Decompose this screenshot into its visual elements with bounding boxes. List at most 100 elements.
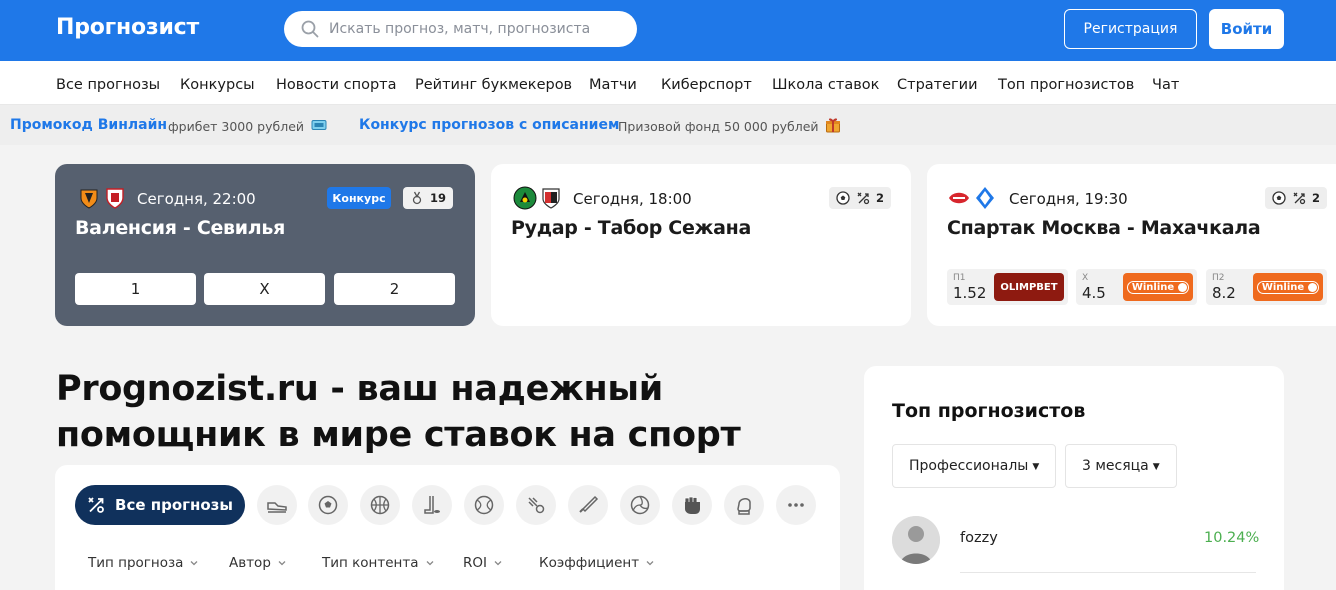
tipster-name[interactable]: fozzy (960, 530, 998, 546)
nav-item-strategies[interactable]: Стратегии (897, 77, 978, 93)
odd-x[interactable]: X 4.5 Winline (1076, 269, 1197, 305)
promo-title-contest[interactable]: Конкурс прогнозов с описанием (359, 117, 619, 133)
nav-item-all-predictions[interactable]: Все прогнозы (56, 77, 160, 93)
promo-bar: Промокод Винлайн фрибет 3000 рублей Конк… (0, 105, 1336, 145)
tennis-icon (474, 495, 494, 515)
tipster-roi: 10.24% (1204, 530, 1260, 546)
search-input[interactable] (329, 11, 629, 47)
filter-label: ROI (463, 555, 487, 571)
volleyball-icon (630, 495, 650, 515)
promo-title-winline[interactable]: Промокод Винлайн (10, 117, 167, 133)
gift-icon (826, 118, 840, 133)
predictions-filter-panel: Все прогнозы Тип прогноза Автор Тип конт… (55, 465, 840, 590)
logo[interactable]: Прогнозист (56, 15, 199, 40)
odd-label: X (1082, 273, 1089, 283)
dynamo-logo-icon (976, 187, 994, 209)
search-box[interactable] (284, 11, 637, 47)
odd-value: 4.5 (1082, 284, 1106, 302)
match-title[interactable]: Рудар - Табор Сежана (511, 217, 751, 239)
chevron-down-icon (426, 561, 433, 566)
medal-icon (412, 191, 422, 205)
outcome-1-button[interactable]: 1 (75, 273, 196, 305)
category-dropdown[interactable]: Профессионалы ▼ (892, 444, 1057, 488)
olimpbet-logo[interactable]: OLIMPBET (994, 273, 1064, 301)
filter-roi[interactable]: ROI (463, 555, 503, 571)
sport-filter-boxing[interactable] (724, 485, 764, 525)
winline-logo[interactable]: Winline (1253, 273, 1323, 301)
filter-author[interactable]: Автор (229, 555, 287, 571)
predictions-count: 2 (1312, 191, 1321, 205)
odd-label: П2 (1212, 273, 1225, 283)
tactics-icon (1293, 192, 1306, 205)
match-card-spartak-makhachkala[interactable]: Сегодня, 19:30 2 Спартак Москва - Махачк… (927, 164, 1336, 326)
boxing-glove-icon (737, 498, 751, 515)
match-card-rudar-tabor[interactable]: Сегодня, 18:00 2 Рудар - Табор Сежана (491, 164, 911, 326)
all-predictions-label: Все прогнозы (115, 496, 233, 514)
odd-p2[interactable]: П2 8.2 Winline (1206, 269, 1327, 305)
tactics-icon (88, 497, 104, 513)
winline-logo[interactable]: Winline (1123, 273, 1193, 301)
user-avatar-icon (892, 516, 940, 564)
nav-item-chat[interactable]: Чат (1152, 77, 1179, 93)
predictions-count: 19 (430, 191, 447, 205)
match-time: Сегодня, 18:00 (573, 190, 692, 208)
sport-filter-martial-arts[interactable] (672, 485, 712, 525)
filter-coefficient[interactable]: Коэффициент (539, 555, 655, 571)
match-title[interactable]: Валенсия - Севилья (75, 217, 285, 239)
odd-value: 1.52 (953, 284, 987, 302)
badminton-icon (528, 497, 545, 514)
nav-item-bookmaker-rating[interactable]: Рейтинг букмекеров (415, 77, 572, 93)
predictions-count: 2 (876, 191, 885, 205)
ticket-icon (311, 120, 327, 130)
basketball-icon (370, 495, 390, 515)
period-value: 3 месяца (1082, 458, 1149, 474)
match-time: Сегодня, 19:30 (1009, 190, 1128, 208)
hero-title: Prognozist.ru - ваш надежный помощник в … (56, 369, 741, 455)
all-predictions-button[interactable]: Все прогнозы (75, 485, 245, 525)
more-icon (788, 503, 804, 507)
sport-filter-badminton[interactable] (516, 485, 556, 525)
divider (960, 572, 1256, 573)
outcome-2-button[interactable]: 2 (334, 273, 455, 305)
period-dropdown[interactable]: 3 месяца ▼ (1065, 444, 1177, 488)
odd-p1[interactable]: П1 1.52 OLIMPBET (947, 269, 1068, 305)
sport-filter-baseball[interactable] (568, 485, 608, 525)
filter-prediction-type[interactable]: Тип прогноза (88, 555, 199, 571)
match-time: Сегодня, 22:00 (137, 190, 256, 208)
odd-label: П1 (953, 273, 966, 283)
sport-filter-hockey[interactable] (412, 485, 452, 525)
top-tipsters-panel: Топ прогнозистов Профессионалы ▼ 3 месяц… (864, 366, 1284, 590)
football-icon (836, 191, 850, 205)
nav-item-matches[interactable]: Матчи (589, 77, 637, 93)
top-tipsters-title: Топ прогнозистов (892, 400, 1086, 422)
sevilla-logo-icon (106, 188, 124, 209)
nav-item-esports[interactable]: Киберспорт (661, 77, 752, 93)
avatar[interactable] (892, 516, 940, 564)
nav-item-top-tipsters[interactable]: Топ прогнозистов (998, 77, 1134, 93)
sport-filter-football-boot[interactable] (257, 485, 297, 525)
odd-value: 8.2 (1212, 284, 1236, 302)
chevron-down-icon (190, 561, 198, 566)
filter-label: Автор (229, 555, 271, 571)
category-value: Профессионалы (909, 458, 1029, 474)
nav-item-betting-school[interactable]: Школа ставок (772, 77, 879, 93)
match-card-valencia-sevilla[interactable]: Сегодня, 22:00 Конкурс 19 Валенсия - Сев… (55, 164, 475, 326)
sport-filter-basketball[interactable] (360, 485, 400, 525)
football-boot-icon (267, 502, 287, 513)
match-title[interactable]: Спартак Москва - Махачкала (947, 217, 1261, 239)
sport-filter-football[interactable] (308, 485, 348, 525)
outcome-x-button[interactable]: X (204, 273, 325, 305)
caret-down-icon: ▼ (1032, 462, 1040, 472)
bookmaker-name: Winline (1126, 280, 1190, 294)
login-button[interactable]: Войти (1209, 9, 1284, 49)
sport-filter-volleyball[interactable] (620, 485, 660, 525)
more-sports-button[interactable] (776, 485, 816, 525)
contest-badge[interactable]: Конкурс (327, 187, 391, 209)
nav-item-contests[interactable]: Конкурсы (180, 77, 255, 93)
register-button[interactable]: Регистрация (1064, 9, 1197, 49)
sport-filter-tennis[interactable] (464, 485, 504, 525)
filter-content-type[interactable]: Тип контента (322, 555, 435, 571)
promo-subtitle-winline: фрибет 3000 рублей (168, 119, 305, 134)
nav-item-sport-news[interactable]: Новости спорта (276, 77, 397, 93)
football-icon (318, 495, 338, 515)
